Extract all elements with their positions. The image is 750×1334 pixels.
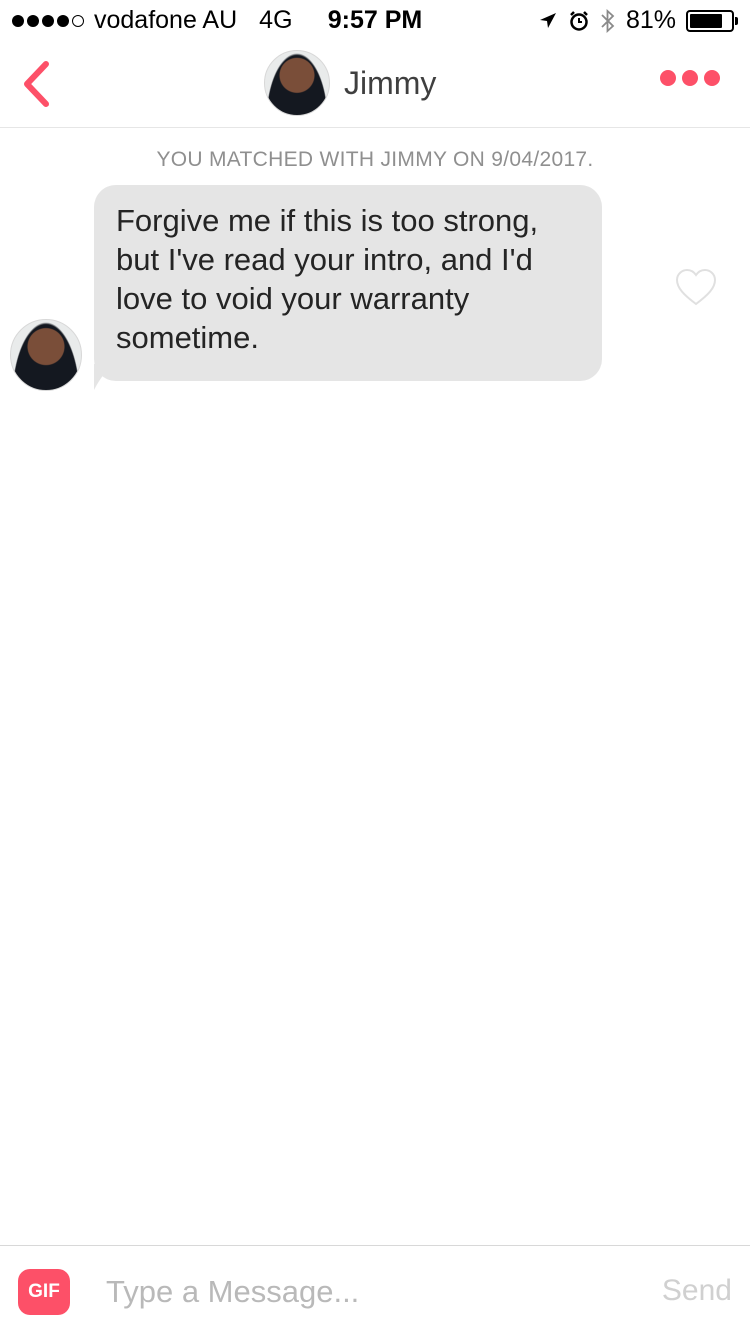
heart-outline-icon[interactable] [674,266,718,308]
sender-avatar[interactable] [10,319,82,391]
bubble-tail [94,364,114,390]
chevron-left-icon [24,61,49,107]
contact-name[interactable]: Jimmy [344,65,436,102]
gif-button[interactable]: GIF [18,1269,70,1315]
more-options-button[interactable] [660,70,720,86]
chat-header: Jimmy [0,40,750,128]
status-right: 81% [538,6,738,35]
battery-icon [686,9,738,32]
contact-info[interactable]: Jimmy [264,50,436,116]
match-notice: YOU MATCHED WITH JIMMY ON 9/04/2017. [156,148,594,171]
contact-avatar[interactable] [264,50,330,116]
bluetooth-icon [601,8,615,33]
send-button[interactable]: Send [662,1274,732,1308]
more-dot [682,70,698,86]
back-button[interactable] [14,54,58,114]
message-composer: GIF Send [0,1245,750,1334]
chat-screen: vodafone AU 4G 9:57 PM 81% Jimmy YOU MAT… [0,0,750,1334]
status-bar: vodafone AU 4G 9:57 PM 81% [0,0,750,40]
message-bubble[interactable]: Forgive me if this is too strong, but I'… [94,185,602,381]
message-input[interactable] [106,1266,626,1318]
more-dot [704,70,720,86]
more-dots-icon [660,70,676,86]
alarm-icon [570,10,588,31]
battery-percent: 81% [625,6,676,34]
location-arrow-icon [539,12,556,28]
